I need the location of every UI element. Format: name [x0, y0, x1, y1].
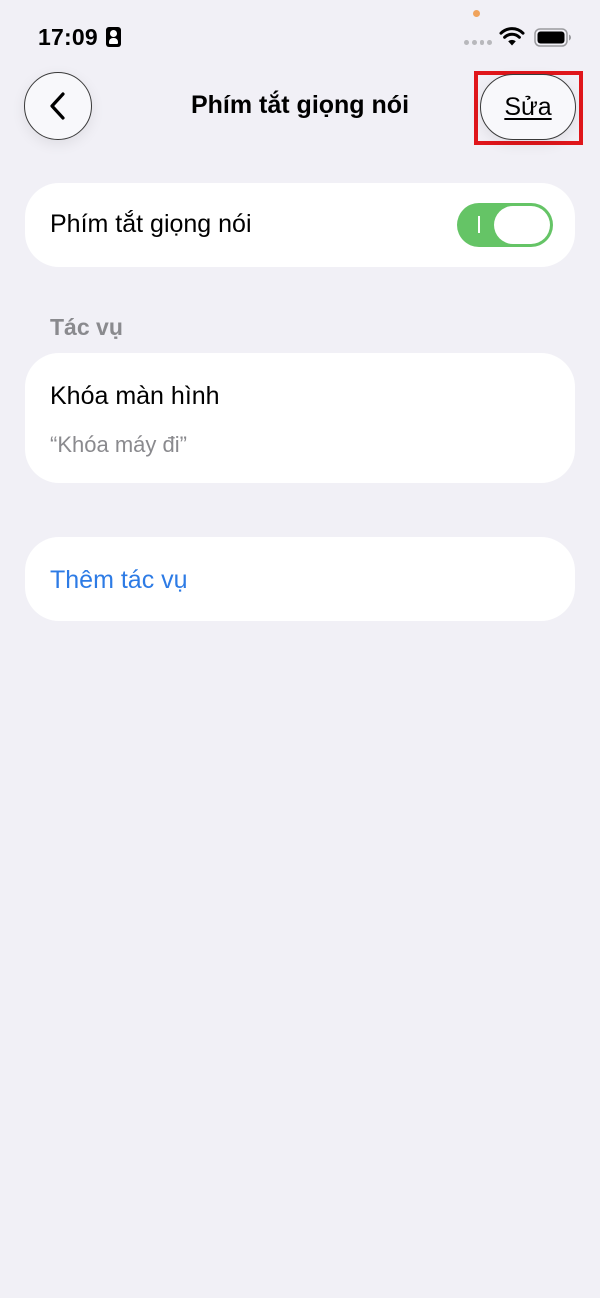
action-phrase: “Khóa máy đi”	[50, 432, 187, 457]
status-time: 17:09	[38, 24, 98, 50]
portrait-lock-icon	[106, 27, 121, 47]
switch-on-indicator	[478, 216, 480, 233]
battery-icon	[534, 28, 571, 47]
actions-section-header: Tác vụ	[50, 314, 123, 340]
wifi-icon	[499, 27, 525, 46]
voice-shortcuts-toggle-row: Phím tắt giọng nói	[25, 183, 575, 267]
action-item[interactable]: Khóa màn hình “Khóa máy đi”	[25, 353, 575, 483]
add-action-row[interactable]: Thêm tác vụ	[25, 537, 575, 621]
cellular-signal-icon	[464, 40, 492, 46]
voice-shortcuts-switch[interactable]	[457, 203, 553, 247]
add-action-link[interactable]: Thêm tác vụ	[50, 566, 188, 595]
voice-shortcuts-label: Phím tắt giọng nói	[50, 210, 252, 238]
status-bar: 17:09	[0, 0, 600, 70]
edit-button[interactable]: Sửa	[480, 74, 576, 140]
action-title: Khóa màn hình	[50, 382, 220, 410]
privacy-indicator-dot	[473, 10, 480, 17]
switch-knob	[494, 206, 550, 244]
